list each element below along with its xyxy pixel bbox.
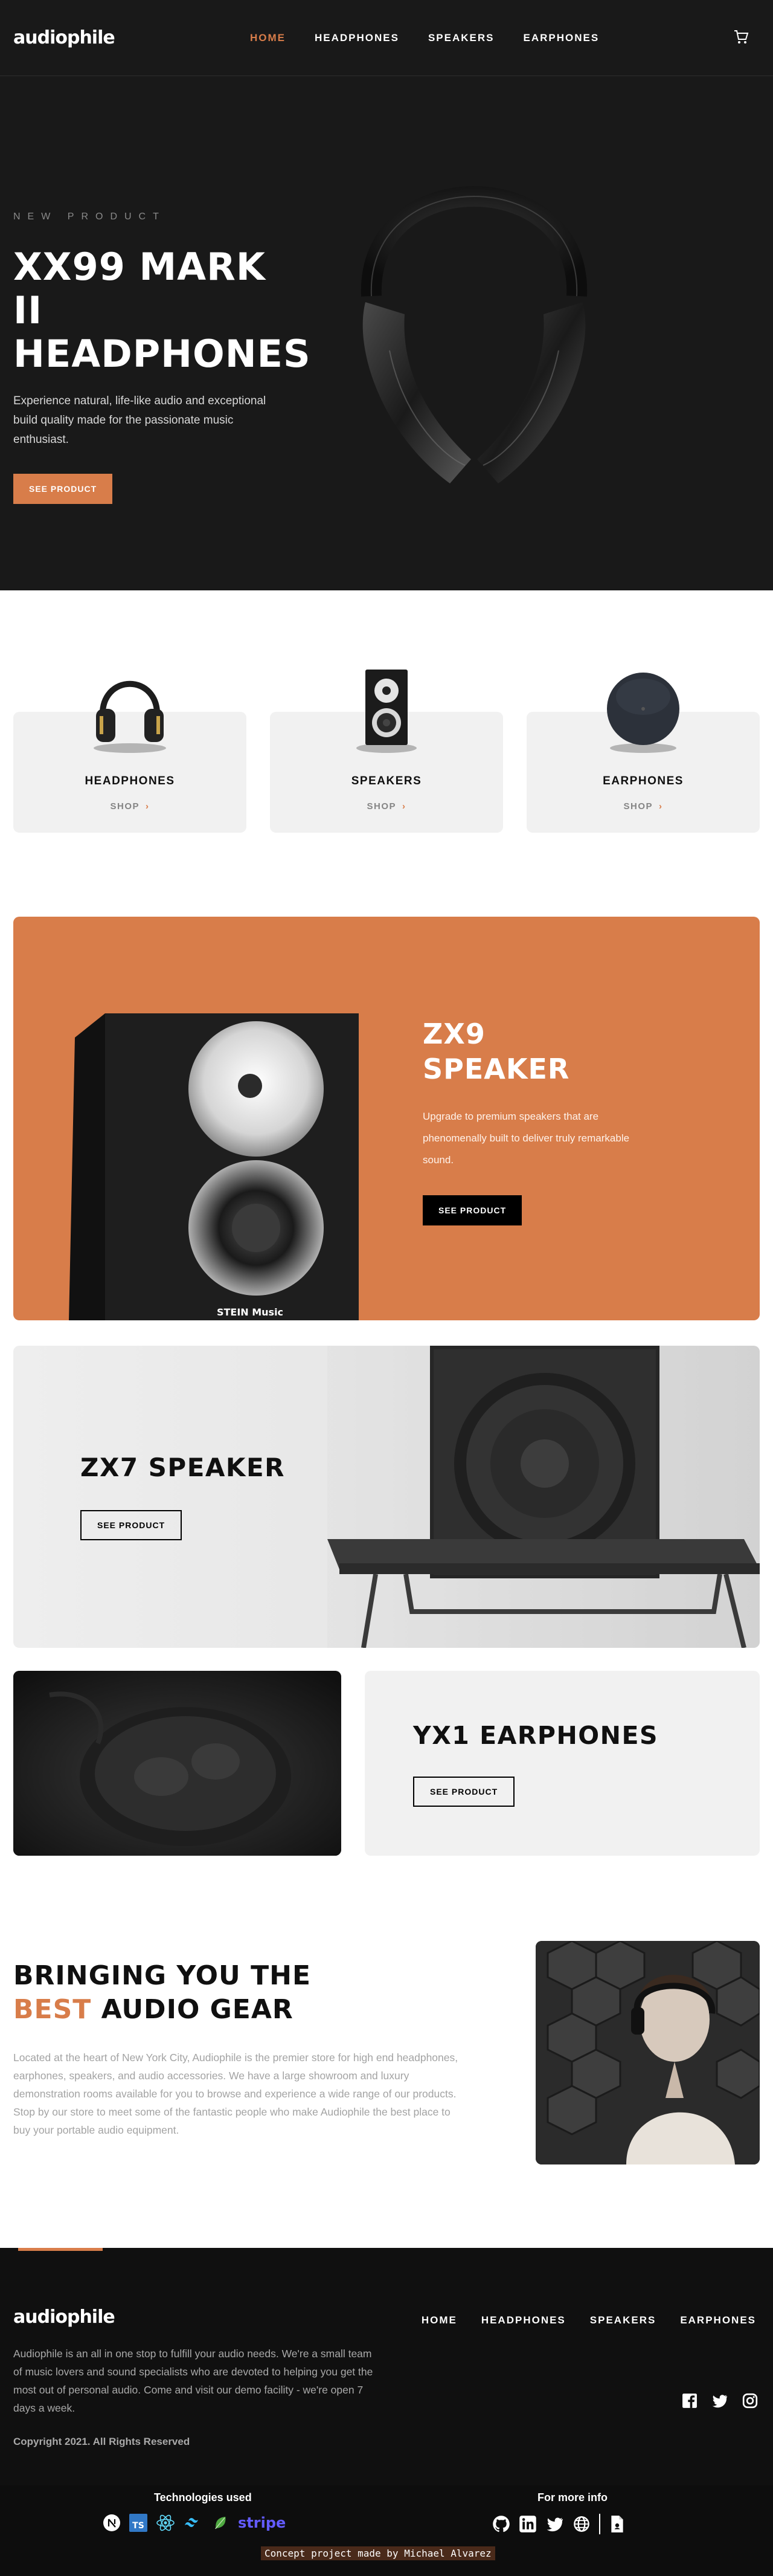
zx9-title-line1: ZX9 — [423, 1018, 486, 1050]
hero-content: NEW PRODUCT XX99 MARK II HEADPHONES Expe… — [13, 211, 310, 504]
hero-see-product-button[interactable]: SEE PRODUCT — [13, 474, 113, 504]
brand-logo[interactable]: audiophile — [13, 27, 115, 48]
hero-title-line2: HEADPHONES — [13, 332, 311, 376]
chevron-right-icon: › — [659, 801, 663, 812]
globe-icon[interactable] — [573, 2516, 590, 2532]
yx1-see-product-button[interactable]: SEE PRODUCT — [413, 1777, 515, 1807]
nav-home[interactable]: HOME — [250, 32, 286, 44]
nav-earphones[interactable]: EARPHONES — [524, 32, 600, 44]
tech-credits-bar: Technologies used TS stripe For more inf… — [0, 2485, 773, 2576]
zx7-see-product-button[interactable]: SEE PRODUCT — [80, 1510, 182, 1540]
instagram-icon[interactable] — [742, 2393, 758, 2409]
site-header: audiophile HOME HEADPHONES SPEAKERS EARP… — [0, 0, 773, 76]
credit-badge: Concept project made by Michael Alvarez — [261, 2546, 495, 2560]
zx9-title-line2: SPEAKER — [423, 1053, 570, 1085]
category-card-headphones[interactable]: HEADPHONES SHOP › — [13, 680, 246, 833]
site-footer: audiophile HOME HEADPHONES SPEAKERS EARP… — [0, 2248, 773, 2485]
technologies-icons: TS stripe — [103, 2514, 286, 2532]
twitter-icon[interactable] — [545, 2516, 565, 2532]
zx7-speaker-image — [327, 1346, 760, 1648]
about-person-graphic — [536, 1941, 760, 2164]
zx9-promo: STEIN Music ZX9 SPEAKER Upgrade to premi… — [13, 917, 760, 1320]
speaker-brand-mark: STEIN Music — [217, 1306, 283, 1318]
category-shop-link[interactable]: SHOP › — [270, 801, 503, 812]
about-person-image — [536, 1941, 760, 2164]
nav-speakers[interactable]: SPEAKERS — [428, 32, 495, 44]
mongodb-icon[interactable] — [211, 2514, 229, 2532]
stripe-logo[interactable]: stripe — [238, 2514, 286, 2531]
main-nav: HOME HEADPHONES SPEAKERS EARPHONES — [250, 0, 599, 76]
hero-description: Experience natural, life-like audio and … — [13, 395, 266, 446]
hero-section: audiophile HOME HEADPHONES SPEAKERS EARP… — [0, 0, 773, 590]
chevron-right-icon: › — [146, 801, 150, 812]
speaker-thumbnail — [356, 670, 417, 753]
divider — [599, 2514, 600, 2534]
about-description: Located at the heart of New York City, A… — [13, 2051, 458, 2136]
about-title-before: BRINGING YOU THE — [13, 1960, 311, 1991]
categories-section: HEADPHONES SHOP › SPEAKERS SHOP › EARPHONE… — [0, 590, 773, 917]
technologies-title: Technologies used — [154, 2491, 252, 2503]
footer-logo[interactable]: audiophile — [13, 2306, 115, 2328]
hero-overline: NEW PRODUCT — [13, 211, 166, 222]
category-card-earphones[interactable]: EARPHONES SHOP › — [527, 673, 760, 833]
shop-label: SHOP — [623, 801, 653, 812]
zx9-content: ZX9 SPEAKER Upgrade to premium speakers … — [423, 1016, 676, 1225]
linkedin-icon[interactable] — [519, 2515, 537, 2533]
zx7-promo: ZX7 SPEAKER SEE PRODUCT — [13, 1346, 760, 1648]
typescript-label: TS — [132, 2521, 144, 2531]
footer-nav-home[interactable]: HOME — [422, 2314, 457, 2326]
category-name: EARPHONES — [603, 775, 684, 787]
shop-label: SHOP — [367, 801, 396, 812]
footer-nav-headphones[interactable]: HEADPHONES — [481, 2314, 566, 2326]
more-info-title: For more info — [537, 2491, 608, 2503]
about-title-after: AUDIO GEAR — [101, 1994, 293, 2025]
zx9-see-product-button[interactable]: SEE PRODUCT — [423, 1195, 522, 1225]
nextjs-icon[interactable] — [103, 2514, 121, 2532]
headphones-thumbnail — [94, 680, 166, 753]
category-name: HEADPHONES — [85, 775, 175, 787]
category-card-speakers[interactable]: SPEAKERS SHOP › — [270, 670, 503, 833]
about-title-accent: BEST — [13, 1994, 92, 2025]
category-name: SPEAKERS — [351, 775, 422, 787]
more-info-links — [492, 2514, 625, 2534]
facebook-icon[interactable] — [682, 2393, 698, 2409]
zx9-speaker-image: STEIN Music — [69, 1013, 359, 1320]
hero-headphones-image — [361, 186, 588, 483]
footer-description: Audiophile is an all in one stop to fulf… — [13, 2348, 373, 2414]
yx1-title: YX1 EARPHONES — [413, 1721, 658, 1750]
react-icon[interactable] — [156, 2514, 175, 2532]
nav-headphones[interactable]: HEADPHONES — [315, 32, 399, 44]
footer-nav: HOME HEADPHONES SPEAKERS EARPHONES — [422, 2314, 756, 2326]
yx1-earphones-image — [13, 1671, 341, 1856]
yx1-promo: YX1 EARPHONES SEE PRODUCT — [365, 1671, 760, 1856]
tailwind-icon[interactable] — [184, 2516, 203, 2529]
earphones-case-thumbnail — [607, 673, 679, 753]
document-icon[interactable] — [609, 2515, 625, 2533]
chevron-right-icon: › — [402, 801, 406, 812]
zx9-title: ZX9 SPEAKER — [423, 1016, 676, 1086]
category-shop-link[interactable]: SHOP › — [13, 801, 246, 812]
twitter-icon[interactable] — [712, 2393, 728, 2409]
typescript-icon[interactable]: TS — [129, 2514, 147, 2532]
zx7-title: ZX7 SPEAKER — [80, 1453, 285, 1482]
category-shop-link[interactable]: SHOP › — [527, 801, 760, 812]
hero-title: XX99 MARK II HEADPHONES — [13, 245, 310, 376]
hero-title-line1: XX99 MARK II — [13, 245, 266, 332]
about-title: BRINGING YOU THE BEST AUDIO GEAR — [13, 1959, 311, 2027]
yx1-earphones-graphic — [13, 1671, 341, 1856]
zx9-description: Upgrade to premium speakers that are phe… — [423, 1111, 630, 1166]
cart-icon[interactable] — [733, 29, 749, 45]
footer-copyright: Copyright 2021. All Rights Reserved — [13, 2436, 190, 2447]
footer-social-links — [682, 2393, 758, 2409]
footer-accent-bar — [18, 2248, 103, 2251]
footer-nav-earphones[interactable]: EARPHONES — [680, 2314, 756, 2326]
github-icon[interactable] — [492, 2515, 510, 2533]
footer-nav-speakers[interactable]: SPEAKERS — [590, 2314, 656, 2326]
shop-label: SHOP — [110, 801, 140, 812]
